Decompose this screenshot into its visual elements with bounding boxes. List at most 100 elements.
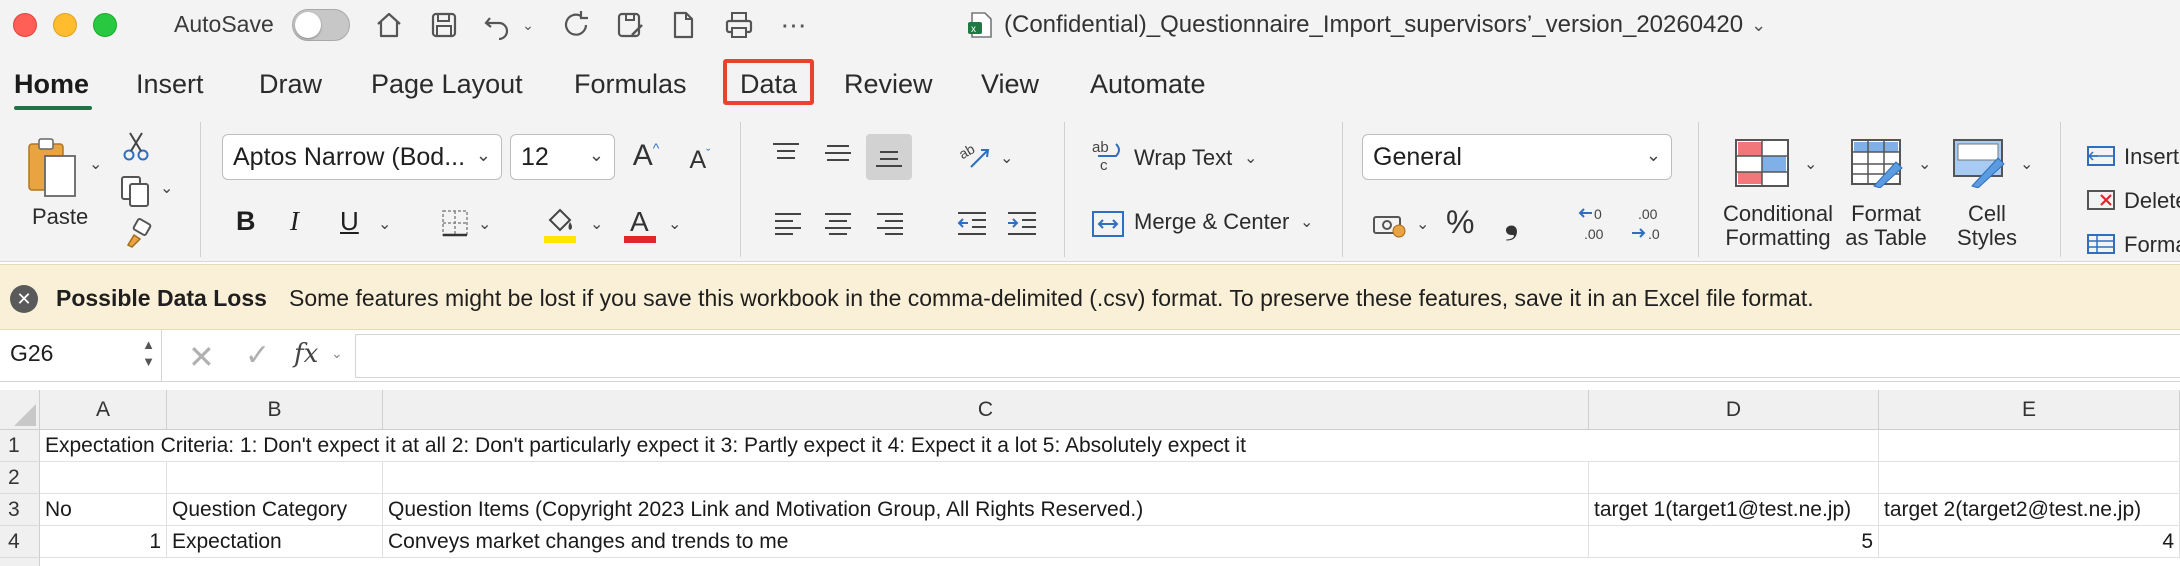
align-center-icon[interactable] bbox=[820, 206, 856, 240]
confirm-entry-icon[interactable]: ✓ bbox=[245, 338, 270, 373]
title-chevron-down-icon[interactable]: ⌄ bbox=[1751, 15, 1766, 36]
format-as-table-icon[interactable] bbox=[1848, 136, 1908, 190]
italic-button[interactable]: I bbox=[290, 206, 299, 237]
cell-b4[interactable]: Expectation bbox=[167, 526, 383, 558]
insert-cells-label[interactable]: Insert bbox=[2124, 144, 2179, 170]
cell-a3[interactable]: No bbox=[40, 494, 167, 526]
column-header-b[interactable]: B bbox=[167, 390, 383, 430]
format-as-table-label[interactable]: Format as Table bbox=[1836, 202, 1936, 250]
decrease-font-size-icon[interactable]: Aˇ bbox=[680, 140, 720, 180]
cell-c4[interactable]: Conveys market changes and trends to me bbox=[383, 526, 1589, 558]
format-cells-icon[interactable] bbox=[2086, 232, 2116, 256]
accounting-chevron-down-icon[interactable]: ⌄ bbox=[1416, 214, 1429, 234]
cell-styles-label[interactable]: Cell Styles bbox=[1944, 202, 2030, 250]
wrap-text-icon[interactable]: ab c bbox=[1088, 136, 1128, 176]
cell-a2[interactable] bbox=[40, 462, 167, 494]
autosave-toggle[interactable] bbox=[292, 9, 350, 41]
decrease-decimal-icon[interactable]: .00.0 bbox=[1626, 202, 1674, 248]
dismiss-notification-icon[interactable]: ✕ bbox=[10, 285, 38, 313]
cell-e3[interactable]: target 2(target2@test.ne.jp) bbox=[1879, 494, 2180, 526]
print-icon[interactable] bbox=[720, 6, 758, 44]
copy-icon[interactable] bbox=[116, 172, 154, 210]
number-format-combo[interactable]: General ⌄ bbox=[1362, 134, 1672, 180]
align-bottom-icon[interactable] bbox=[866, 134, 912, 180]
cell-styles-icon[interactable] bbox=[1950, 136, 2010, 190]
name-box[interactable]: G26 ▲ ▼ bbox=[0, 330, 162, 382]
new-document-icon[interactable] bbox=[664, 6, 702, 44]
row-header-1[interactable]: 1 bbox=[0, 430, 40, 462]
cell-d1[interactable] bbox=[1589, 430, 1879, 462]
column-header-e[interactable]: E bbox=[1879, 390, 2180, 430]
borders-icon[interactable] bbox=[438, 206, 472, 240]
cell-c2[interactable] bbox=[383, 462, 1589, 494]
tab-automate[interactable]: Automate bbox=[1090, 69, 1206, 100]
more-icon[interactable]: ⋯ bbox=[775, 6, 813, 44]
font-name-combo[interactable]: Aptos Narrow (Bod... ⌄ bbox=[222, 134, 502, 180]
tab-home[interactable]: Home bbox=[14, 69, 89, 100]
close-window-button[interactable] bbox=[13, 13, 37, 37]
insert-function-button[interactable]: fx bbox=[294, 339, 318, 369]
name-box-stepper-icon[interactable]: ▲ ▼ bbox=[142, 336, 155, 370]
row-header-2[interactable]: 2 bbox=[0, 462, 40, 494]
cell-a4[interactable]: 1 bbox=[40, 526, 167, 558]
cell-e1[interactable] bbox=[1879, 430, 2180, 462]
format-cells-label[interactable]: Format bbox=[2124, 232, 2180, 258]
merge-center-chevron-down-icon[interactable]: ⌄ bbox=[1300, 212, 1313, 232]
font-color-chevron-down-icon[interactable]: ⌄ bbox=[668, 214, 681, 234]
wrap-text-chevron-down-icon[interactable]: ⌄ bbox=[1244, 148, 1257, 168]
merge-center-label[interactable]: Merge & Center bbox=[1134, 209, 1289, 235]
minimize-window-button[interactable] bbox=[53, 13, 77, 37]
save-as-icon[interactable] bbox=[611, 6, 649, 44]
orientation-chevron-down-icon[interactable]: ⌄ bbox=[1000, 148, 1013, 168]
fill-color-icon[interactable] bbox=[540, 202, 580, 246]
undo-dropdown-icon[interactable]: ⌄ bbox=[516, 6, 540, 44]
tab-review[interactable]: Review bbox=[844, 69, 933, 100]
formula-input[interactable] bbox=[355, 334, 2180, 378]
column-header-a[interactable]: A bbox=[40, 390, 167, 430]
delete-cells-icon[interactable] bbox=[2086, 188, 2116, 212]
decrease-indent-icon[interactable] bbox=[954, 206, 990, 240]
function-chevron-down-icon[interactable]: ⌄ bbox=[331, 345, 343, 362]
row-header-4[interactable]: 4 bbox=[0, 526, 40, 558]
tab-view[interactable]: View bbox=[981, 69, 1039, 100]
tab-page-layout[interactable]: Page Layout bbox=[371, 69, 523, 100]
insert-cells-icon[interactable] bbox=[2086, 144, 2116, 168]
row-header-5[interactable] bbox=[0, 558, 40, 566]
cell-b2[interactable] bbox=[167, 462, 383, 494]
conditional-formatting-icon[interactable] bbox=[1732, 136, 1792, 190]
comma-style-button[interactable]: ❟ bbox=[1504, 200, 1519, 243]
underline-chevron-down-icon[interactable]: ⌄ bbox=[378, 214, 391, 234]
cell-e4[interactable]: 4 bbox=[1879, 526, 2180, 558]
tab-insert[interactable]: Insert bbox=[136, 69, 204, 100]
undo-icon[interactable] bbox=[478, 6, 516, 44]
tab-draw[interactable]: Draw bbox=[259, 69, 322, 100]
conditional-formatting-label[interactable]: Conditional Formatting bbox=[1716, 202, 1840, 250]
font-size-combo[interactable]: 12 ⌄ bbox=[510, 134, 615, 180]
cancel-entry-icon[interactable]: ✕ bbox=[188, 338, 215, 376]
document-title-area[interactable]: x (Confidential)_Questionnaire_Import_su… bbox=[966, 6, 1766, 44]
cell-d4[interactable]: 5 bbox=[1589, 526, 1879, 558]
select-all-corner[interactable] bbox=[0, 390, 40, 430]
cell-e2[interactable] bbox=[1879, 462, 2180, 494]
increase-indent-icon[interactable] bbox=[1004, 206, 1040, 240]
column-header-c[interactable]: C bbox=[383, 390, 1589, 430]
cell-a1[interactable]: Expectation Criteria: 1: Don't expect it… bbox=[40, 430, 1589, 462]
percent-style-button[interactable]: % bbox=[1446, 204, 1474, 241]
paste-icon[interactable] bbox=[20, 134, 86, 204]
underline-button[interactable]: U bbox=[340, 206, 359, 237]
cell-c3[interactable]: Question Items (Copyright 2023 Link and … bbox=[383, 494, 1589, 526]
align-right-icon[interactable] bbox=[872, 206, 908, 240]
format-as-table-chevron-down-icon[interactable]: ⌄ bbox=[1918, 154, 1931, 174]
conditional-formatting-chevron-down-icon[interactable]: ⌄ bbox=[1804, 154, 1817, 174]
align-top-icon[interactable] bbox=[768, 136, 804, 170]
cut-icon[interactable] bbox=[118, 128, 154, 164]
paste-chevron-down-icon[interactable]: ⌄ bbox=[89, 154, 102, 174]
cell-styles-chevron-down-icon[interactable]: ⌄ bbox=[2020, 154, 2033, 174]
cell-b3[interactable]: Question Category bbox=[167, 494, 383, 526]
cell-d2[interactable] bbox=[1589, 462, 1879, 494]
align-middle-icon[interactable] bbox=[820, 136, 856, 170]
zoom-window-button[interactable] bbox=[93, 13, 117, 37]
tab-formulas[interactable]: Formulas bbox=[574, 69, 687, 100]
fill-color-chevron-down-icon[interactable]: ⌄ bbox=[590, 214, 603, 234]
redo-icon[interactable] bbox=[558, 6, 596, 44]
